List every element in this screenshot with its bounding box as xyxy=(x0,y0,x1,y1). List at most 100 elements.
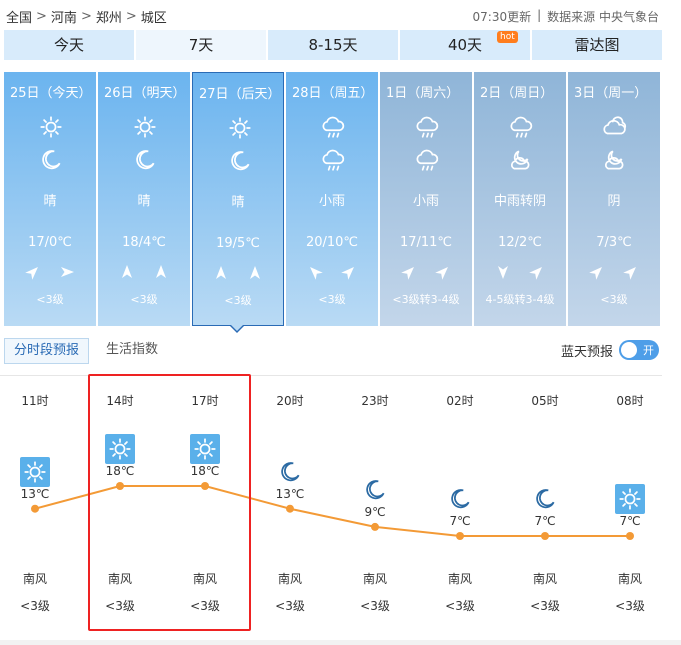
moon-icon xyxy=(231,151,250,171)
bottom-bar xyxy=(0,640,681,645)
toggle-state: 开 xyxy=(643,344,654,357)
tab-radar[interactable]: 雷达图 xyxy=(532,30,662,60)
moon-icon xyxy=(281,461,300,481)
subtab-hourly[interactable]: 分时段预报 xyxy=(4,338,90,364)
hour-wind-level: <3级 xyxy=(445,599,475,613)
sun-icon xyxy=(229,117,251,139)
hour-wind-dir: 南风 xyxy=(532,572,557,586)
tab-40day[interactable]: 40天 hot xyxy=(400,30,530,60)
night-icon-wrap xyxy=(602,147,628,177)
hour-icon-wrap xyxy=(190,434,220,464)
day-icon-wrap xyxy=(132,114,158,144)
wind-arrows xyxy=(286,264,378,280)
forecast-tabs: 今天 7天 8-15天 40天 hot 雷达图 xyxy=(4,30,662,60)
day-card[interactable]: 25日（今天） 晴 17/0℃ <3级 xyxy=(4,72,96,326)
tab-today[interactable]: 今天 xyxy=(4,30,134,60)
night-icon-wrap xyxy=(414,147,440,177)
day-weather: 晴 xyxy=(231,195,245,210)
day-card[interactable]: 1日（周六） 小雨 17/11℃ <3级转3-4级 xyxy=(380,72,472,326)
hour-wind-dir: 南风 xyxy=(617,572,642,586)
wind-arrows xyxy=(568,264,660,280)
night-icon-wrap xyxy=(227,148,253,178)
day-wind-level: <3级 xyxy=(130,293,158,306)
temperature-point xyxy=(31,504,39,513)
update-time: 07:30更新 xyxy=(472,10,532,24)
hour-temp: 18℃ xyxy=(105,464,135,478)
toggle-knob xyxy=(621,342,637,358)
breadcrumb-item[interactable]: 郑州 xyxy=(96,7,122,26)
day-temp: 17/0℃ xyxy=(28,235,72,250)
selected-day-pointer-inner xyxy=(230,324,244,331)
hour-wind-level: <3级 xyxy=(190,599,220,613)
arrow-northeast-icon xyxy=(529,267,542,280)
update-divider: | xyxy=(537,8,542,22)
tab-40day-label: 40天 xyxy=(447,36,483,54)
hour-wind-dir: 南风 xyxy=(192,572,217,586)
moon-icon xyxy=(536,489,555,509)
hour-icon-wrap xyxy=(20,456,50,487)
hour-time: 11时 xyxy=(21,394,49,408)
arrow-northeast-icon xyxy=(341,267,354,280)
temperature-point xyxy=(541,532,549,540)
hour-wind-dir: 南风 xyxy=(277,572,302,586)
day-card[interactable]: 26日（明天） 晴 18/4℃ <3级 xyxy=(98,72,190,326)
hour-temp: 18℃ xyxy=(190,464,220,478)
day-card[interactable]: 2日（周日） 中雨转阴 12/2℃ 4-5级转3-4级 xyxy=(474,72,566,326)
night-icon-wrap xyxy=(38,147,64,177)
moon-icon xyxy=(136,150,155,170)
arrow-northwest-icon xyxy=(310,267,323,280)
subtab-life-index[interactable]: 生活指数 xyxy=(97,338,167,364)
day-temp: 20/10℃ xyxy=(305,235,359,250)
breadcrumb-separator: > xyxy=(125,9,137,24)
arrow-northeast-icon xyxy=(589,267,602,280)
tab-7day[interactable]: 7天 xyxy=(136,30,266,60)
day-wind-level: <3级 xyxy=(318,293,346,306)
blue-sky-toggle[interactable]: 开 xyxy=(619,340,659,360)
wind-arrows xyxy=(380,264,472,280)
sun-icon xyxy=(24,461,46,483)
hour-temp: 7℃ xyxy=(534,514,556,528)
wind-arrows xyxy=(474,264,566,280)
hour-icon-wrap xyxy=(275,457,305,487)
daily-forecast-strip: 25日（今天） 晴 17/0℃ <3级 26日（明天） 晴 18/4℃ <3级 27日（后天） 晴… xyxy=(4,72,662,326)
moon-icon xyxy=(42,150,61,170)
day-date: 27日（后天） xyxy=(199,87,281,102)
arrow-northeast-icon xyxy=(435,267,448,280)
day-card[interactable]: 27日（后天） 晴 19/5℃ <3级 xyxy=(192,72,284,326)
night-icon-wrap xyxy=(132,147,158,177)
temperature-point xyxy=(286,504,294,513)
hour-wind-level: <3级 xyxy=(615,599,645,613)
arrow-north-icon xyxy=(122,265,132,278)
day-date: 1日（周六） xyxy=(386,86,460,101)
day-weather: 晴 xyxy=(137,194,151,209)
sun-icon xyxy=(194,438,216,460)
tab-8-15day[interactable]: 8-15天 xyxy=(268,30,398,60)
hour-temp: 7℃ xyxy=(449,514,471,528)
hour-wind-level: <3级 xyxy=(105,599,135,613)
hour-time: 20时 xyxy=(276,394,304,408)
hour-temp: 7℃ xyxy=(619,514,641,528)
arrow-south-icon xyxy=(498,266,508,279)
day-temp: 12/2℃ xyxy=(498,235,542,250)
hour-wind-dir: 南风 xyxy=(362,572,387,586)
day-card[interactable]: 3日（周一） 阴 7/3℃ <3级 xyxy=(568,72,660,326)
hour-icon-wrap xyxy=(360,475,390,505)
moon-icon xyxy=(451,489,470,509)
temperature-point xyxy=(626,532,634,540)
day-temp: 17/11℃ xyxy=(399,235,453,250)
breadcrumb-item[interactable]: 城区 xyxy=(141,7,167,26)
day-icon-wrap xyxy=(508,114,534,144)
blue-sky-toggle-wrap: 蓝天预报 开 xyxy=(561,340,659,360)
day-weather: 小雨 xyxy=(412,194,439,209)
hourly-forecast: 11时 13℃ 南风 <3级 14时 18℃ 南风 <3级 17时 18℃ 南风 <3级 20时 13℃ 南… xyxy=(0,376,662,638)
breadcrumb-item[interactable]: 全国 xyxy=(6,7,32,26)
day-wind-level: <3级转3-4级 xyxy=(392,293,460,306)
arrow-northeast-icon xyxy=(401,267,414,280)
arrow-northeast-icon xyxy=(25,267,38,280)
sun-icon xyxy=(619,488,641,510)
day-card[interactable]: 28日（周五） 小雨 20/10℃ <3级 xyxy=(286,72,378,326)
day-date: 28日（周五） xyxy=(292,86,374,101)
partly-cloudy-night-icon xyxy=(604,150,624,170)
hour-temp: 13℃ xyxy=(275,486,305,501)
breadcrumb-item[interactable]: 河南 xyxy=(51,7,77,26)
